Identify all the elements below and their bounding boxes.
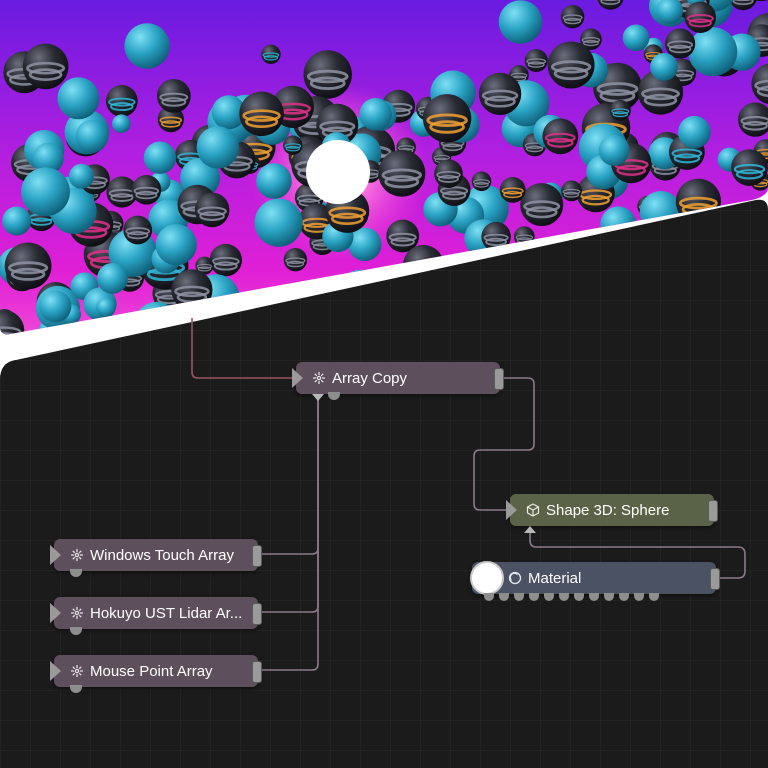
node-title: Mouse Point Array (90, 662, 213, 680)
output-port[interactable] (494, 368, 504, 390)
material-input-port[interactable] (524, 526, 536, 533)
param-port[interactable] (574, 593, 584, 601)
array-input-port[interactable] (312, 394, 324, 401)
param-port[interactable] (604, 593, 614, 601)
array-icon (70, 664, 84, 678)
input-port[interactable] (50, 661, 61, 681)
material-parameter-ports (484, 593, 659, 601)
wire-mouse-point (258, 400, 319, 671)
param-port[interactable] (589, 593, 599, 601)
node-title: Windows Touch Array (90, 546, 234, 564)
wire-windows-touch (258, 400, 319, 555)
param-port[interactable] (529, 593, 539, 601)
array-icon (70, 606, 84, 620)
param-port[interactable] (619, 593, 629, 601)
wire-array-copy-to-sphere (473, 377, 535, 511)
input-port[interactable] (506, 500, 517, 520)
param-port[interactable] (559, 593, 569, 601)
node-windows-touch-array[interactable]: Windows Touch Array (50, 539, 262, 577)
output-port[interactable] (252, 545, 262, 567)
output-port[interactable] (710, 568, 720, 590)
input-port[interactable] (292, 368, 303, 388)
output-port[interactable] (708, 500, 718, 522)
material-icon (508, 571, 522, 585)
node-material[interactable]: Material (470, 561, 720, 601)
wire-preview-to-array-copy (191, 318, 296, 379)
node-hokuyo-lidar-array[interactable]: Hokuyo UST Lidar Ar... (50, 597, 262, 635)
param-port[interactable] (484, 593, 494, 601)
param-port[interactable] (634, 593, 644, 601)
wire-hokuyo (258, 400, 319, 613)
output-port[interactable] (252, 603, 262, 625)
cube-icon (526, 503, 540, 517)
output-port[interactable] (252, 661, 262, 683)
param-port[interactable] (514, 593, 524, 601)
node-title: Array Copy (332, 369, 408, 387)
node-title: Hokuyo UST Lidar Ar... (90, 604, 243, 622)
input-port[interactable] (50, 545, 61, 565)
node-array-copy[interactable]: Array Copy (292, 362, 504, 401)
node-title: Shape 3D: Sphere (546, 501, 670, 519)
node-title: Material (528, 569, 582, 587)
node-mouse-point-array[interactable]: Mouse Point Array (50, 655, 262, 693)
input-port[interactable] (50, 603, 61, 623)
array-icon (312, 371, 326, 385)
param-port[interactable] (499, 593, 509, 601)
array-icon (70, 548, 84, 562)
material-preview-swatch[interactable] (470, 561, 504, 595)
node-editor-composite: Array Copy Shape 3D: Sphere Material Win… (0, 0, 768, 768)
param-port[interactable] (649, 593, 659, 601)
node-shape-sphere[interactable]: Shape 3D: Sphere (506, 494, 718, 533)
param-port[interactable] (544, 593, 554, 601)
